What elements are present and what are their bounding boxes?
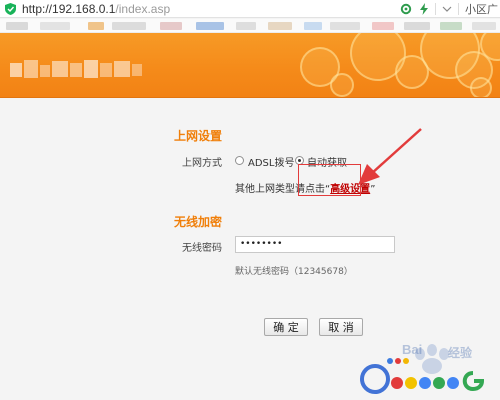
address-bar[interactable]: http://192.168.0.1/index.asp 小区广	[0, 0, 500, 18]
default-password-hint: 默认无线密码（12345678）	[235, 267, 353, 277]
bookmark-item[interactable]	[88, 22, 104, 30]
bookmark-item[interactable]	[404, 22, 430, 30]
internet-mode-label: 上网方式	[182, 158, 222, 169]
annotation-arrow-icon	[358, 128, 422, 185]
baidu-watermark: G g Bai 经验	[358, 340, 498, 398]
radio-adsl-label[interactable]: ADSL拨号	[248, 154, 294, 169]
radio-adsl[interactable]	[235, 156, 244, 165]
decorative-bubble	[330, 73, 354, 97]
blurred-logo-block	[52, 61, 68, 77]
url-path: /index.asp	[115, 1, 171, 16]
gear-icon[interactable]	[399, 2, 413, 16]
watermark-tail-letter: g	[476, 372, 477, 373]
toolbar-divider-2	[458, 3, 459, 15]
watermark-text-bai: Bai	[402, 342, 423, 357]
blurred-logo-block	[10, 63, 22, 77]
router-header-banner	[0, 33, 500, 98]
bookmark-item[interactable]	[304, 22, 322, 30]
wireless-password-input[interactable]: ••••••••	[235, 236, 395, 253]
blurred-logo-block	[24, 60, 38, 78]
blurred-logo-block	[84, 60, 98, 78]
bookmark-item[interactable]	[440, 22, 462, 30]
bookmark-item[interactable]	[236, 22, 256, 30]
annotation-highlight-box	[298, 164, 361, 196]
browser-right-label[interactable]: 小区广	[465, 1, 498, 17]
url-host: http://192.168.0.1	[22, 1, 116, 16]
lightning-icon[interactable]	[417, 2, 431, 16]
blurred-logo-block	[114, 61, 130, 77]
bookmark-item[interactable]	[268, 22, 292, 30]
watermark-text-jingyan: 经验	[448, 346, 473, 360]
wireless-password-label: 无线密码	[182, 243, 222, 254]
toolbar-divider	[435, 3, 436, 15]
bookmark-item[interactable]	[330, 22, 360, 30]
blurred-logo-block	[132, 64, 142, 76]
bookmark-item[interactable]	[372, 22, 394, 30]
decorative-bubble	[470, 77, 492, 97]
bookmark-item[interactable]	[40, 22, 70, 30]
wireless-encryption-title: 无线加密	[174, 215, 223, 229]
bookmark-item[interactable]	[196, 22, 224, 30]
watermark-logo-letter: G	[358, 367, 392, 393]
blurred-logo-block	[40, 65, 50, 77]
bookmarks-bar	[0, 19, 500, 33]
ok-button[interactable]: 确 定	[264, 318, 308, 336]
url-text[interactable]: http://192.168.0.1/index.asp	[22, 2, 170, 16]
bookmark-item[interactable]	[112, 22, 146, 30]
security-shield-icon	[4, 2, 16, 15]
cancel-button[interactable]: 取 消	[319, 318, 363, 336]
bookmark-item[interactable]	[160, 22, 182, 30]
bookmark-item[interactable]	[6, 22, 28, 30]
browser-toolbar: 小区广	[395, 0, 500, 18]
bookmark-item[interactable]	[472, 22, 496, 30]
blurred-logo-block	[70, 63, 82, 77]
chevron-down-icon[interactable]	[440, 2, 454, 16]
blurred-logo-block	[100, 63, 112, 77]
internet-settings-title: 上网设置	[174, 129, 223, 143]
